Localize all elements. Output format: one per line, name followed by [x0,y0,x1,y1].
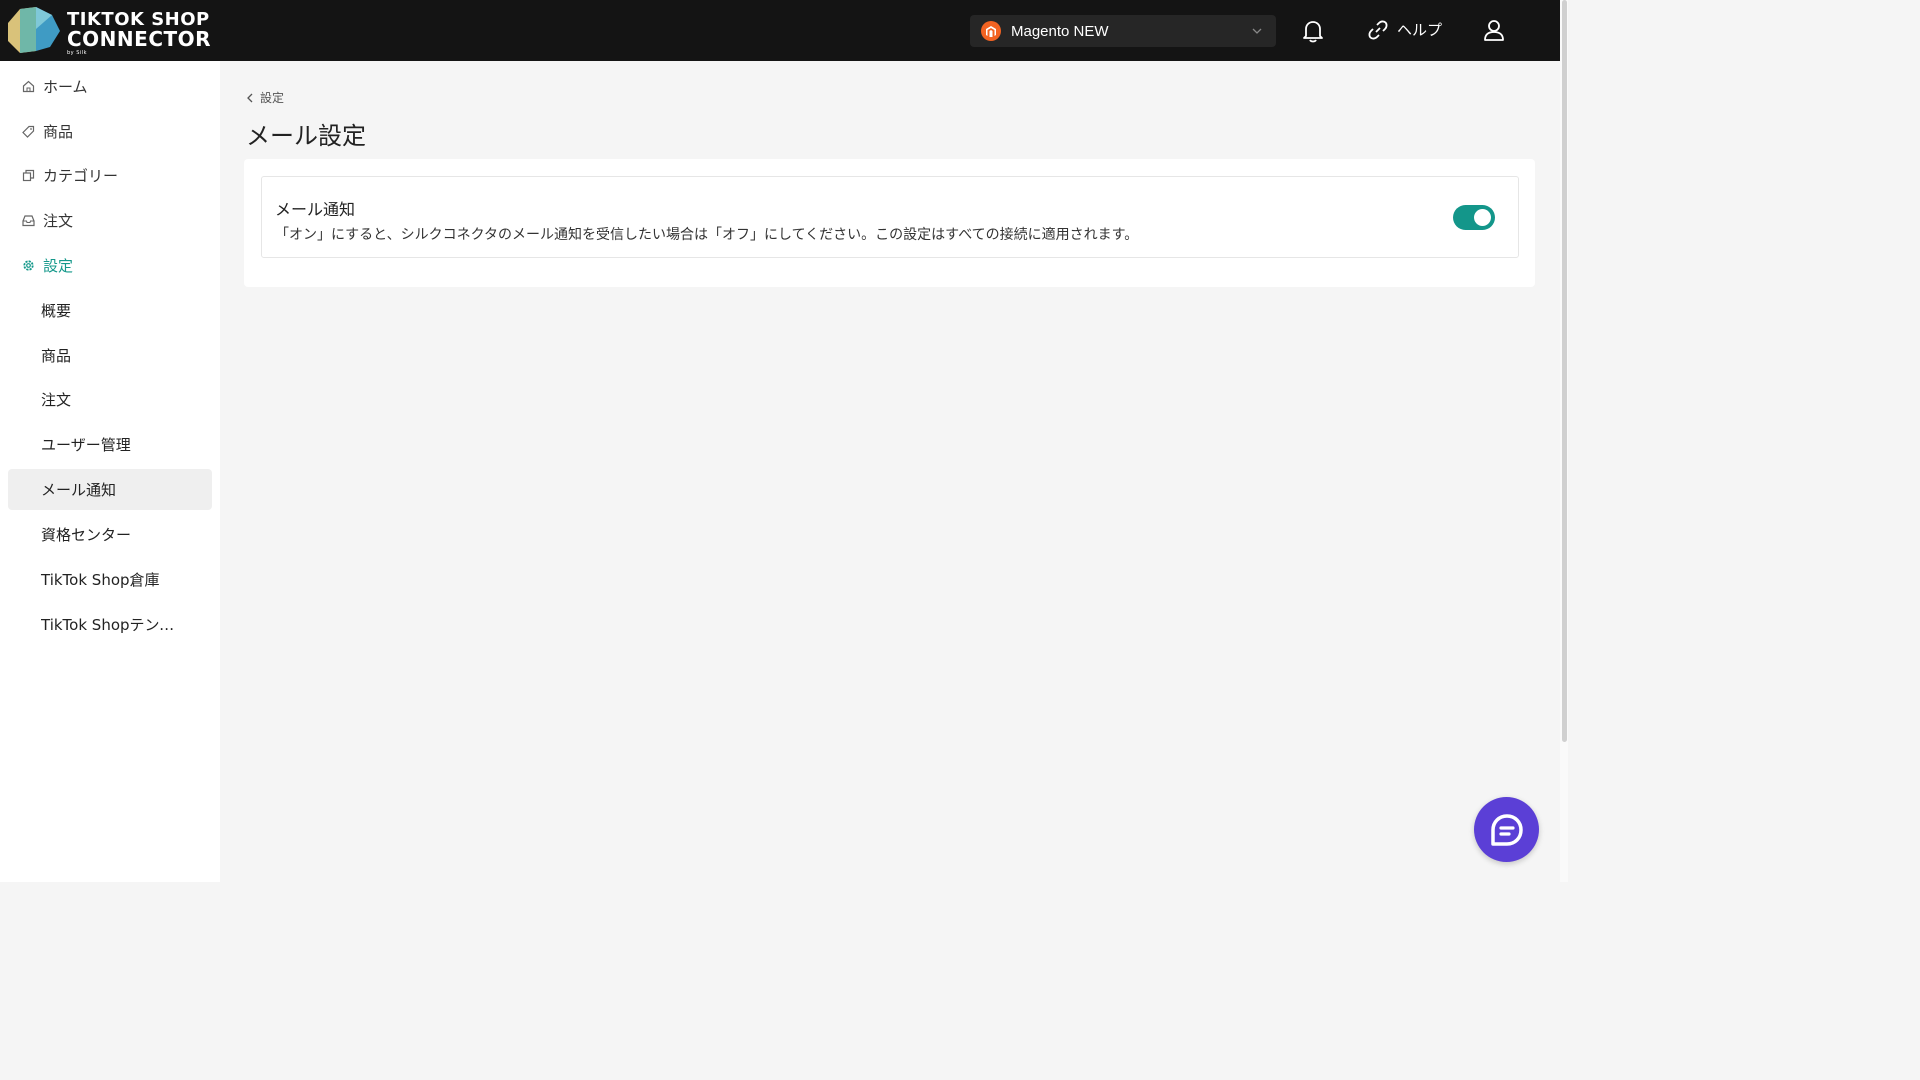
sidebar-item-label: 商品 [43,123,74,141]
sidebar-subitem-label: TikTok Shopテンプレ... [41,616,186,634]
copy-icon [20,168,36,184]
brand-line2: CONNECTOR [67,27,212,51]
store-selector[interactable]: Magento NEW [970,15,1276,47]
page-title: メール設定 [246,122,366,150]
setting-title: メール通知 [275,200,356,219]
sidebar: ホーム 商品 カテゴリー 注文 設定 概要 商品 注文 ユーザー管理 メール通知 [0,61,220,882]
sidebar-subitem-products[interactable]: 商品 [8,335,212,376]
setting-description: 「オン」にすると、シルクコネクタのメール通知を受信したい場合は「オフ」にしてくだ… [275,227,1139,243]
sidebar-item-label: ホーム [43,78,88,96]
link-icon [1368,20,1388,39]
sidebar-item-label: カテゴリー [43,167,119,185]
sidebar-subitem-label: 注文 [41,391,72,409]
sidebar-subitem-label: 概要 [41,302,72,320]
sidebar-subitem-user-management[interactable]: ユーザー管理 [8,424,212,465]
chevron-left-icon [247,93,253,102]
help-label: ヘルプ [1397,21,1443,39]
brand-by: by Silk [67,50,88,56]
home-icon [20,79,36,95]
sidebar-item-products[interactable]: 商品 [8,111,212,152]
chevron-down-icon [1252,28,1262,34]
sidebar-subitem-label: メール通知 [41,481,117,499]
chat-button[interactable] [1474,797,1539,862]
sidebar-item-label: 注文 [43,212,74,230]
sidebar-item-orders[interactable]: 注文 [8,200,212,241]
sidebar-subitem-overview[interactable]: 概要 [8,290,212,331]
sidebar-item-label: 設定 [43,257,74,275]
tag-icon [20,124,36,140]
toggle-knob [1474,209,1491,226]
bell-icon[interactable] [1302,19,1324,43]
inbox-icon [20,213,36,229]
sidebar-subitem-tiktok-warehouse[interactable]: TikTok Shop倉庫 [8,559,212,600]
email-notification-setting: メール通知 「オン」にすると、シルクコネクタのメール通知を受信したい場合は「オフ… [261,176,1519,258]
sidebar-subitem-label: TikTok Shop倉庫 [41,571,160,589]
sidebar-subitem-qualification-center[interactable]: 資格センター [8,514,212,555]
sidebar-item-categories[interactable]: カテゴリー [8,155,212,196]
gear-icon [20,258,36,274]
email-notification-toggle[interactable] [1453,205,1495,230]
sidebar-subitem-label: 商品 [41,347,72,365]
help-link[interactable]: ヘルプ [1368,19,1442,40]
sidebar-subitem-label: ユーザー管理 [41,436,131,454]
store-name: Magento NEW [1011,22,1109,40]
sidebar-item-settings[interactable]: 設定 [8,245,212,286]
chat-icon [1490,813,1523,846]
brand-logo-icon [8,7,60,53]
sidebar-subitem-orders[interactable]: 注文 [8,379,212,420]
settings-card: メール通知 「オン」にすると、シルクコネクタのメール通知を受信したい場合は「オフ… [244,159,1535,287]
user-icon[interactable] [1483,19,1505,42]
sidebar-item-home[interactable]: ホーム [8,66,212,107]
breadcrumb[interactable]: 設定 [246,89,284,106]
breadcrumb-label: 設定 [260,91,285,105]
top-bar: TIKTOK SHOP CONNECTOR by Silk Magento NE… [0,0,1560,61]
brand-wordmark: TIKTOK SHOP CONNECTOR by Silk [67,11,212,57]
sidebar-subitem-label: 資格センター [41,526,132,544]
magento-icon [981,21,1001,41]
sidebar-subitem-tiktok-templates[interactable]: TikTok Shopテンプレ... [8,604,212,645]
sidebar-subitem-email-notifications[interactable]: メール通知 [8,469,212,510]
scrollbar-thumb[interactable] [1562,0,1567,742]
